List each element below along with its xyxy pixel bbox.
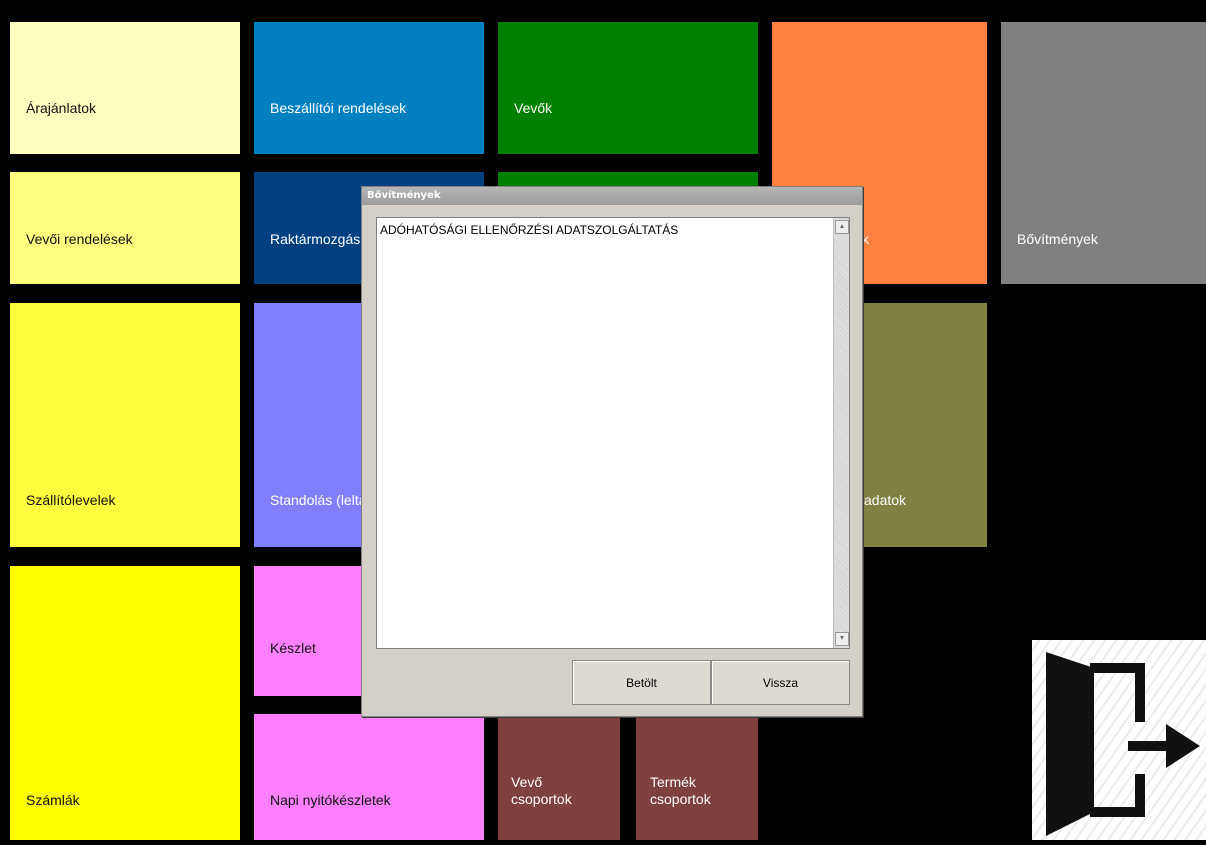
tile-label-line1: Vevő — [511, 774, 543, 790]
tile-vevo-csoportok[interactable]: Vevő csoportok — [498, 714, 620, 840]
tile-label: k — [862, 231, 869, 247]
tile-label: Beszállítói rendelések — [270, 100, 407, 116]
tile-vevok[interactable]: Vevők — [498, 22, 758, 154]
tile-arajanlatok[interactable]: Árajánlatok — [10, 22, 240, 154]
scroll-down-arrow-icon[interactable]: ▼ — [835, 632, 849, 646]
tile-termek-csoportok[interactable]: Termék csoportok — [636, 714, 758, 840]
load-button[interactable]: Betölt — [572, 660, 711, 705]
tile-label: Számlák — [26, 792, 80, 808]
tile-vevoi-rendelesek[interactable]: Vevői rendelések — [10, 172, 240, 284]
tile-szallitolevelek[interactable]: Szállítólevelek — [10, 303, 240, 547]
tile-beszallitoi-rendelesek[interactable]: Beszállítói rendelések — [254, 22, 484, 154]
tile-label-line1: Termék — [650, 774, 696, 790]
tile-label: adatok — [864, 492, 907, 508]
back-button[interactable]: Vissza — [711, 660, 850, 705]
tile-label: Szállítólevelek — [26, 492, 116, 508]
tile-bovitmenyek[interactable]: Bővítmények — [1001, 22, 1206, 284]
exit-door-icon — [1046, 652, 1200, 836]
exit-button[interactable] — [1032, 640, 1206, 840]
dialog-title: Bővítmények — [362, 187, 862, 205]
list-item[interactable]: ADÓHATÓSÁGI ELLENŐRZÉSI ADATSZOLGÁLTATÁS — [380, 223, 678, 237]
tile-label: Árajánlatok — [26, 100, 97, 116]
tile-label: Vevői rendelések — [26, 231, 133, 247]
tile-label: Vevők — [514, 100, 553, 116]
extensions-listbox[interactable]: ADÓHATÓSÁGI ELLENŐRZÉSI ADATSZOLGÁLTATÁS… — [376, 217, 850, 649]
tile-label: Készlet — [270, 640, 316, 656]
vertical-scrollbar[interactable]: ▲ ▼ — [833, 218, 849, 648]
tile-label: Standolás (leltár) — [270, 492, 376, 508]
tile-label-line2: csoportok — [650, 791, 711, 807]
tile-label: Bővítmények — [1017, 231, 1098, 247]
tile-label: Raktármozgás — [270, 231, 361, 247]
scroll-up-arrow-icon[interactable]: ▲ — [835, 220, 849, 234]
tile-label: Napi nyitókészletek — [270, 792, 391, 808]
bovitmenyek-dialog: Bővítmények ADÓHATÓSÁGI ELLENŐRZÉSI ADAT… — [361, 186, 863, 717]
tile-label-line2: csoportok — [511, 791, 572, 807]
tile-napi-nyitokeszletek[interactable]: Napi nyitókészletek — [254, 714, 484, 840]
tile-szamlak[interactable]: Számlák — [10, 566, 240, 840]
